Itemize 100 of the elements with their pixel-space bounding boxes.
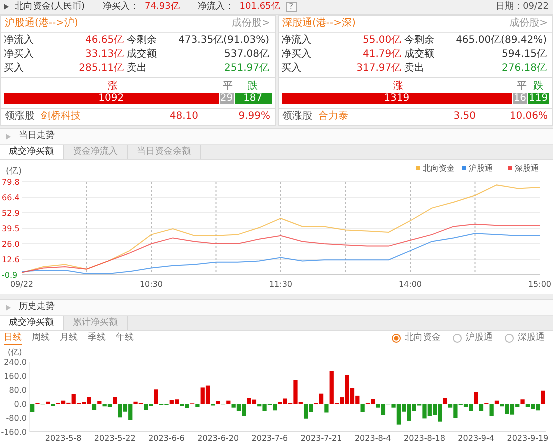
stat-value: 41.79亿 — [362, 48, 403, 62]
help-button[interactable]: ? — [286, 2, 297, 12]
stat-label: 买入 — [4, 62, 25, 76]
axis-label: 2023-5-22 — [94, 434, 136, 443]
section-title: 当日走势 — [19, 130, 55, 143]
stat-label: 净买入 — [282, 48, 312, 62]
constituents-link[interactable]: 成份股> — [510, 16, 548, 32]
stat-value: 46.65亿 — [84, 34, 126, 48]
stat-label: 成交额 — [404, 48, 436, 62]
axis-unit: (亿) — [8, 348, 22, 357]
axis-unit: (亿) — [6, 167, 22, 177]
stat-label: 净买入： — [103, 0, 140, 14]
breadth-bar: 1092 — [4, 93, 219, 104]
stat-value: 465.00亿(89.42%) — [455, 34, 548, 48]
stat-label: 净流入： — [198, 0, 234, 14]
axis-label: -0.9 — [2, 271, 18, 280]
axis-label: -80.0 — [6, 414, 27, 423]
stat-label: 买入 — [282, 62, 302, 76]
legend-label: 深股通 — [515, 164, 539, 173]
leader-label: 领涨股 — [5, 110, 35, 124]
breadth-bar: 16 — [513, 93, 528, 104]
stat-value: 33.13亿 — [84, 48, 126, 62]
legend-label: 沪股通 — [469, 164, 493, 173]
stock-change: 10.06% — [508, 110, 548, 124]
panel-title: 沪股通(港-->沪) — [5, 16, 78, 31]
axis-label: 80.0 — [9, 386, 27, 395]
date-label: 日期：09/22 — [496, 0, 549, 14]
stat-label: 净流入 — [4, 34, 35, 48]
axis-label: 39.5 — [2, 224, 20, 234]
chart-tab[interactable]: 成交净买额 — [0, 145, 64, 159]
axis-label: 2023-9-4 — [458, 434, 494, 443]
stock-price: 3.50 — [452, 110, 476, 124]
axis-label: 26.0 — [2, 240, 20, 249]
stat-value: 594.15亿 — [501, 48, 548, 62]
breadth-bar: 187 — [234, 93, 272, 104]
scope-radio[interactable]: 沪股通 — [453, 333, 493, 344]
stat-value: 276.18亿 — [501, 62, 548, 76]
stat-value: 537.08亿 — [224, 48, 270, 62]
axis-label: 240.0 — [4, 358, 27, 367]
period-tab[interactable]: 年线 — [116, 332, 134, 344]
period-tab[interactable]: 日线 — [4, 332, 22, 344]
stock-price: 48.10 — [168, 110, 198, 124]
axis-label: 160.0 — [4, 372, 27, 381]
axis-label: 12.6 — [2, 255, 20, 264]
breadth-bar: 29 — [220, 93, 234, 104]
stat-label: 净买入 — [4, 48, 35, 62]
axis-label: 0.0 — [14, 400, 27, 409]
section-title: 北向资金(人民币) — [15, 0, 86, 14]
stat-label: 今剩余 — [404, 34, 436, 48]
axis-label: 2023-9-19 — [507, 434, 549, 443]
axis-label: -160.0 — [1, 428, 27, 437]
breadth-label: 涨 — [108, 81, 118, 92]
scope-radio[interactable]: 北向资金 — [392, 333, 441, 344]
stat-value: 101.65亿 — [240, 1, 280, 14]
axis-label: 52.9 — [2, 209, 20, 218]
expand-arrow-icon[interactable] — [4, 4, 9, 10]
breadth-label: 跌 — [533, 81, 544, 92]
period-tab[interactable]: 季线 — [88, 332, 106, 344]
chart-tab[interactable]: 成交净买额 — [0, 316, 64, 330]
axis-label: 2023-8-4 — [354, 434, 392, 443]
breadth-label: 平 — [516, 81, 527, 92]
stat-value: 317.97亿 — [356, 62, 403, 76]
axis-label: 10:30 — [140, 280, 164, 289]
legend-label: 北向资金 — [423, 164, 455, 173]
stat-label: 今剩余 — [127, 34, 158, 48]
axis-label: 66.4 — [2, 193, 20, 202]
axis-label: 2023-7-21 — [300, 434, 342, 443]
leader-label: 领涨股 — [282, 110, 312, 124]
breadth-bar: 119 — [528, 93, 549, 104]
period-tab[interactable]: 周线 — [32, 332, 50, 344]
stat-label: 成交额 — [127, 48, 158, 62]
breadth-bar: 1319 — [282, 93, 512, 104]
axis-label: 2023-6-20 — [198, 434, 240, 443]
axis-label: 2023-8-18 — [404, 434, 446, 443]
period-tab[interactable]: 月线 — [60, 332, 78, 344]
constituents-link[interactable]: 成份股> — [232, 16, 270, 32]
stock-change: 9.99% — [238, 110, 270, 124]
stock-link[interactable]: 合力泰 — [318, 109, 348, 125]
axis-label: 09/22 — [10, 280, 34, 289]
stat-value: 285.11亿 — [78, 62, 126, 76]
panel-title: 深股通(港-->深) — [282, 16, 356, 31]
stat-value: 55.00亿 — [362, 34, 403, 48]
axis-label: 2023-7-6 — [252, 434, 288, 443]
breadth-label: 跌 — [248, 81, 258, 92]
stat-label: 净流入 — [282, 34, 312, 48]
axis-label: 15:00 — [528, 280, 552, 289]
scope-radio[interactable]: 深股通 — [505, 333, 545, 344]
stat-value: 251.97亿 — [224, 62, 270, 76]
axis-label: 2023-5-8 — [45, 434, 82, 443]
section-title: 历史走势 — [19, 300, 55, 314]
axis-label: 14:00 — [398, 280, 422, 289]
stat-label: 卖出 — [404, 62, 426, 76]
breadth-label: 平 — [223, 81, 234, 92]
axis-label: 2023-6-6 — [148, 434, 185, 443]
stock-link[interactable]: 剑桥科技 — [41, 109, 81, 125]
stat-label: 卖出 — [127, 62, 148, 76]
stat-value: 473.35亿(91.03%) — [178, 34, 270, 48]
axis-label: 79.8 — [2, 178, 20, 187]
breadth-label: 涨 — [394, 81, 404, 92]
stat-value: 74.93亿 — [145, 1, 180, 14]
